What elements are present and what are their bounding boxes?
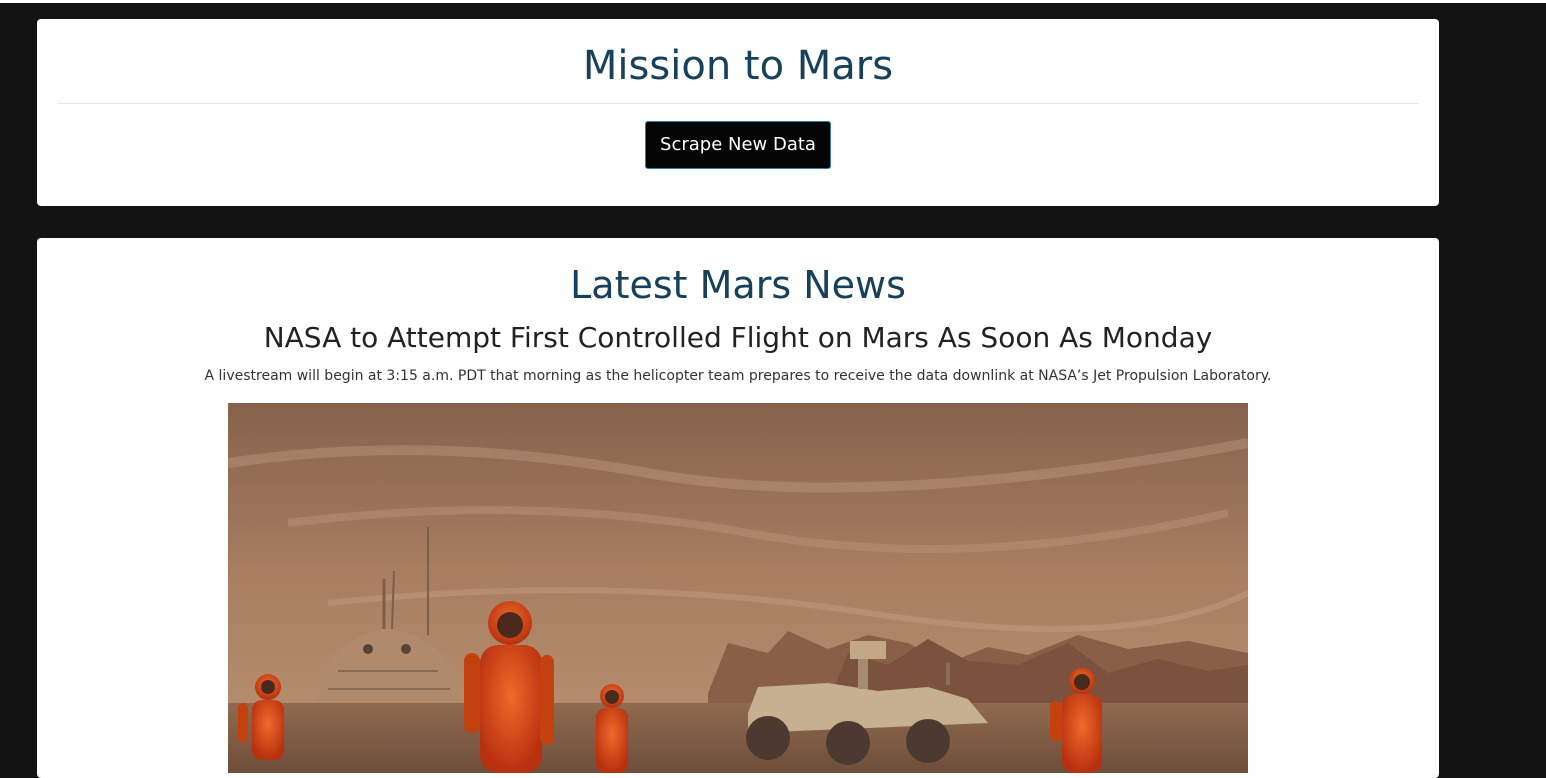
mars-astronauts-image xyxy=(228,403,1248,773)
news-teaser: A livestream will begin at 3:15 a.m. PDT… xyxy=(204,368,1272,384)
news-section-title: Latest Mars News xyxy=(570,263,906,307)
header-divider xyxy=(57,103,1419,104)
header-jumbotron: Mission to Mars Scrape New Data xyxy=(37,19,1439,206)
window-top-strip xyxy=(0,0,1546,3)
page-title: Mission to Mars xyxy=(582,43,894,89)
news-headline: NASA to Attempt First Controlled Flight … xyxy=(263,321,1213,354)
latest-news-card: Latest Mars News NASA to Attempt First C… xyxy=(37,238,1439,778)
scrape-new-data-button[interactable]: Scrape New Data xyxy=(645,121,831,169)
